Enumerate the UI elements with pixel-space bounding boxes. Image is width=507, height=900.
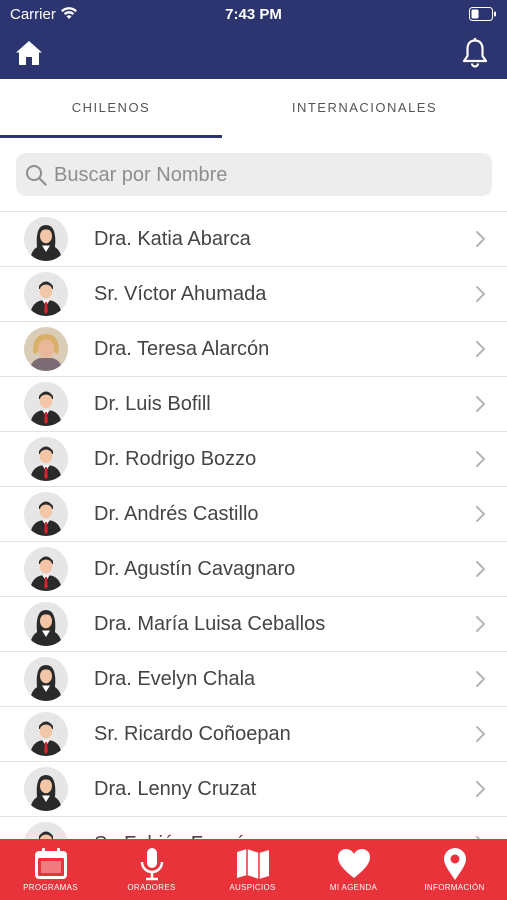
speaker-row[interactable]: Dra. Lenny Cruzat [0,762,507,817]
tab-internacionales[interactable]: INTERNACIONALES [222,79,507,137]
speaker-avatar [24,437,68,481]
chevron-right-icon [476,726,485,742]
speaker-name: Dr. Agustín Cavagnaro [94,558,296,580]
nav-label: INFORMACIÓN [424,883,485,892]
chevron-right-icon [476,616,485,632]
speaker-row[interactable]: Dra. María Luisa Ceballos [0,597,507,652]
app-header: Carrier 7:43 PM [0,0,507,79]
status-bar: Carrier 7:43 PM [0,0,507,30]
chevron-right-icon [476,781,485,797]
search-input[interactable] [52,153,486,198]
nav-programas[interactable]: PROGRAMAS [0,839,101,900]
speaker-name: Dra. Katia Abarca [94,228,251,250]
speaker-row[interactable]: Sr. Víctor Ahumada [0,267,507,322]
speaker-name: Sr. Ricardo Coñoepan [94,723,291,745]
chevron-right-icon [476,451,485,467]
speaker-avatar [24,602,68,646]
speaker-name: Dr. Andrés Castillo [94,503,259,525]
notifications-bell-button[interactable] [461,37,489,69]
speaker-name: Dra. Evelyn Chala [94,668,256,690]
speaker-avatar [24,657,68,701]
search-icon [26,165,47,186]
chevron-right-icon [476,396,485,412]
speaker-row[interactable]: Sr. Fabián Fermín [0,817,507,839]
chevron-right-icon [476,561,485,577]
speaker-avatar [24,217,68,261]
nav-oradores[interactable]: ORADORES [101,839,202,900]
chevron-right-icon [476,671,485,687]
nav-label: MI AGENDA [329,883,378,892]
speaker-avatar [24,272,68,316]
speaker-row[interactable]: Dr. Andrés Castillo [0,487,507,542]
speaker-list: Dra. Katia Abarca Sr. Víctor Ahumada Dra. … [0,211,507,839]
tab-chilenos[interactable]: CHILENOS [0,79,222,137]
speaker-row[interactable]: Dr. Agustín Cavagnaro [0,542,507,597]
nav-label: ORADORES [127,883,176,892]
nav-auspicios[interactable]: AUSPICIOS [202,839,303,900]
speaker-name: Sr. Fabián Fermín [94,817,254,839]
speaker-avatar [24,382,68,426]
battery-icon [469,7,496,21]
nav-mi-agenda[interactable]: MI AGENDA [303,839,404,900]
speaker-row[interactable]: Dra. Katia Abarca [0,211,507,267]
speaker-row[interactable]: Dr. Luis Bofill [0,377,507,432]
status-time: 7:43 PM [225,6,282,23]
active-tab-indicator [0,135,222,138]
nav-label: AUSPICIOS [229,883,276,892]
speaker-name: Dr. Rodrigo Bozzo [94,448,257,470]
speaker-name: Dra. Teresa Alarcón [94,338,270,360]
speaker-row[interactable]: Dra. Evelyn Chala [0,652,507,707]
nav-informacion[interactable]: INFORMACIÓN [404,839,505,900]
search-bar[interactable] [16,153,492,198]
speaker-avatar [24,767,68,811]
speaker-avatar [24,492,68,536]
speaker-avatar [24,712,68,756]
map-icon [236,849,269,879]
speaker-name: Sr. Víctor Ahumada [94,283,267,305]
calendar-icon [34,848,67,879]
speaker-name: Dr. Luis Bofill [94,393,211,415]
speaker-name: Dra. María Luisa Ceballos [94,613,326,635]
speaker-row[interactable]: Dra. Teresa Alarcón [0,322,507,377]
nav-label: PROGRAMAS [23,883,78,892]
chevron-right-icon [476,341,485,357]
heart-icon [337,849,370,878]
location-pin-icon [443,848,466,880]
bottom-nav: PROGRAMAS ORADORES AUSPICIOS MI AGENDA I… [0,839,507,900]
speaker-row[interactable]: Dr. Rodrigo Bozzo [0,432,507,487]
speaker-avatar [24,547,68,591]
chevron-right-icon [476,506,485,522]
speaker-avatar [24,327,68,371]
chevron-right-icon [476,286,485,302]
chevron-right-icon [476,231,485,247]
speaker-row[interactable]: Sr. Ricardo Coñoepan [0,707,507,762]
speaker-name: Dra. Lenny Cruzat [94,778,257,800]
segment-tabs: CHILENOS INTERNACIONALES [0,79,507,139]
microphone-icon [140,848,163,881]
home-button[interactable] [14,38,44,68]
speaker-avatar [24,822,68,839]
